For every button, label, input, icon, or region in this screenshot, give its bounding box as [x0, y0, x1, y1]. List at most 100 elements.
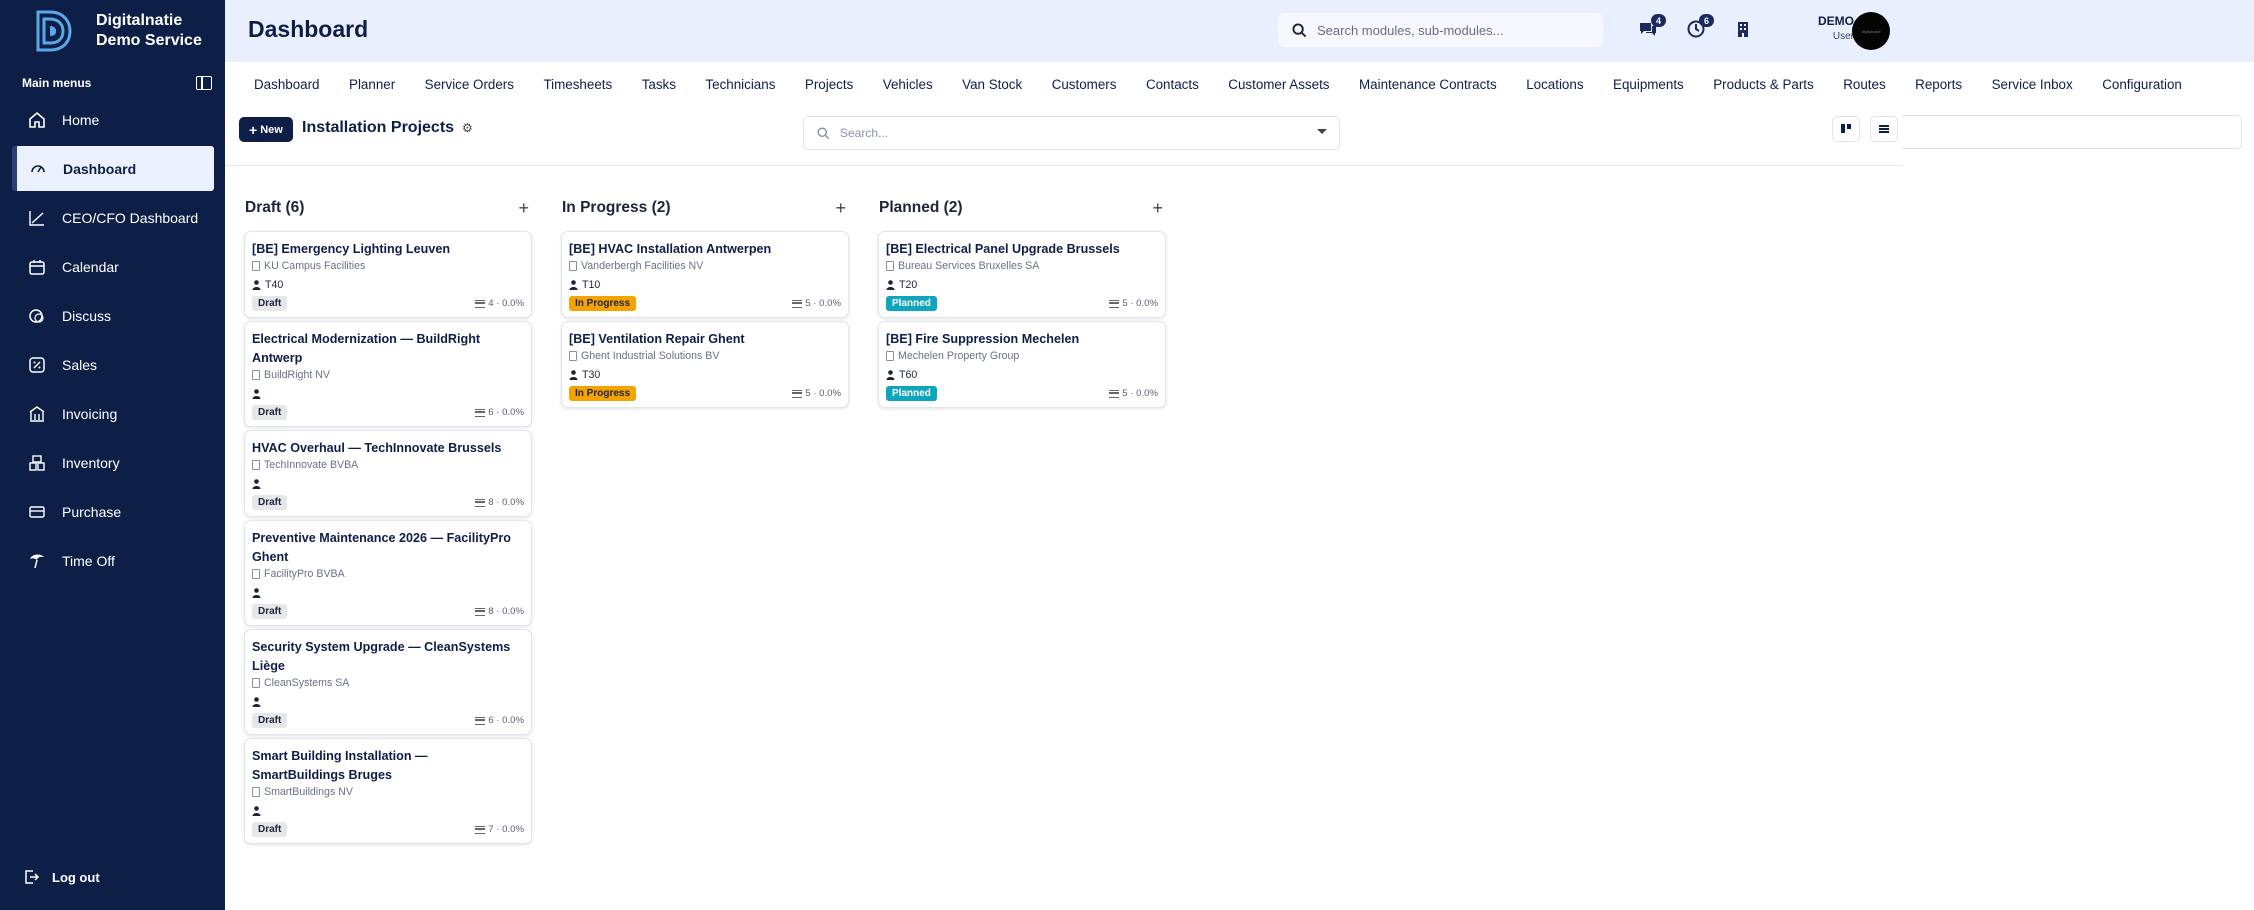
kanban-column-in-progress: In Progress (2) + [BE] HVAC Installation… — [561, 196, 849, 411]
module-tab-planner[interactable]: Planner — [349, 77, 395, 92]
sidebar-nav: Home Dashboard CEO/CFO Dashboard Calenda… — [12, 97, 214, 587]
status-badge: Planned — [886, 386, 937, 401]
global-search[interactable] — [1278, 13, 1603, 47]
logout-button[interactable]: Log out — [22, 868, 100, 886]
avatar[interactable]: digitalnatie — [1852, 12, 1890, 50]
card-progress: 6 · 0.0% — [488, 715, 524, 726]
user-icon — [252, 279, 261, 290]
module-tab-service-orders[interactable]: Service Orders — [425, 77, 514, 92]
brand-name-line1: Digitalnatie — [96, 12, 183, 29]
kanban-search-input[interactable] — [840, 126, 1280, 140]
chart-line-icon — [28, 209, 46, 227]
kanban-card[interactable]: Smart Building Installation — SmartBuild… — [244, 738, 532, 844]
kanban-card[interactable]: Electrical Modernization — BuildRight An… — [244, 321, 532, 427]
kanban-card[interactable]: [BE] HVAC Installation Antwerpen Vanderb… — [561, 231, 849, 318]
add-card-icon[interactable]: + — [1152, 199, 1163, 217]
kanban-card[interactable]: [BE] Emergency Lighting Leuven KU Campus… — [244, 231, 532, 318]
sidebar-item-discuss[interactable]: Discuss — [12, 293, 214, 338]
module-tab-timesheets[interactable]: Timesheets — [543, 77, 612, 92]
sidebar-item-inventory[interactable]: Inventory — [12, 440, 214, 485]
kanban-card[interactable]: HVAC Overhaul — TechInnovate Brussels Te… — [244, 430, 532, 517]
sidebar-item-dashboard[interactable]: Dashboard — [12, 146, 214, 191]
user-icon — [252, 805, 261, 816]
calendar-icon — [28, 258, 46, 276]
module-tab-reports[interactable]: Reports — [1915, 77, 1962, 92]
card-title: Electrical Modernization — BuildRight An… — [252, 332, 481, 365]
kanban-card[interactable]: Preventive Maintenance 2026 — FacilityPr… — [244, 520, 532, 626]
card-progress: 7 · 0.0% — [488, 824, 524, 835]
brand-logo-icon — [36, 10, 72, 52]
user-icon — [569, 369, 578, 380]
user-info[interactable]: DEMO User — [1808, 14, 1854, 42]
sidebar-item-ceo-cfo-dashboard[interactable]: CEO/CFO Dashboard — [12, 195, 214, 240]
module-tab-configuration[interactable]: Configuration — [2102, 77, 2182, 92]
task-list-icon — [475, 498, 486, 507]
sidebar-item-label: CEO/CFO Dashboard — [62, 209, 199, 226]
module-tab-customer-assets[interactable]: Customer Assets — [1228, 77, 1329, 92]
sidebar-item-time-off[interactable]: Time Off — [12, 538, 214, 583]
module-tab-service-inbox[interactable]: Service Inbox — [1992, 77, 2073, 92]
gauge-icon — [29, 160, 47, 178]
module-nav: Dashboard Planner Service Orders Timeshe… — [225, 62, 2254, 106]
gear-icon[interactable]: ⚙ — [462, 121, 473, 135]
status-badge: Draft — [252, 604, 288, 619]
module-tab-products-parts[interactable]: Products & Parts — [1713, 77, 1813, 92]
sidebar-item-calendar[interactable]: Calendar — [12, 244, 214, 289]
module-tab-projects[interactable]: Projects — [805, 77, 853, 92]
card-company: Mechelen Property Group — [898, 350, 1020, 362]
task-list-icon — [475, 716, 486, 725]
module-tab-contacts[interactable]: Contacts — [1146, 77, 1199, 92]
module-tab-technicians[interactable]: Technicians — [705, 77, 775, 92]
module-tab-dashboard[interactable]: Dashboard — [254, 77, 320, 92]
kanban-card[interactable]: Security System Upgrade — CleanSystems L… — [244, 629, 532, 735]
module-tab-equipments[interactable]: Equipments — [1613, 77, 1684, 92]
view-title: Installation Projects ⚙ — [302, 119, 473, 137]
activities-button[interactable]: 6 — [1684, 14, 1714, 40]
sidebar-item-purchase[interactable]: Purchase — [12, 489, 214, 534]
card-progress: 5 · 0.0% — [805, 298, 841, 309]
kanban-view-button[interactable] — [1832, 116, 1860, 142]
module-tab-customers[interactable]: Customers — [1052, 77, 1117, 92]
building-icon — [252, 678, 260, 688]
global-search-input[interactable] — [1317, 22, 1587, 38]
module-tab-van-stock[interactable]: Van Stock — [962, 77, 1022, 92]
module-tab-locations[interactable]: Locations — [1526, 77, 1583, 92]
user-role: User — [1832, 31, 1854, 42]
plus-icon: + — [249, 121, 258, 138]
kanban-card[interactable]: [BE] Fire Suppression Mechelen Mechelen … — [878, 321, 1166, 408]
list-icon — [1879, 125, 1889, 133]
task-list-icon — [1109, 299, 1120, 308]
kanban-card[interactable]: [BE] Ventilation Repair Ghent Ghent Indu… — [561, 321, 849, 408]
company-button[interactable] — [1731, 18, 1755, 40]
building-icon — [569, 261, 577, 271]
task-list-icon — [475, 825, 486, 834]
chevron-down-icon[interactable] — [1317, 129, 1327, 134]
user-icon — [569, 279, 578, 290]
new-button[interactable]: + New — [239, 117, 293, 142]
status-badge: Draft — [252, 405, 288, 420]
card-progress: 5 · 0.0% — [1122, 298, 1158, 309]
task-list-icon — [475, 408, 486, 417]
card-title: Smart Building Installation — SmartBuild… — [252, 749, 428, 782]
brand[interactable]: Digitalnatie Demo Service — [30, 8, 202, 54]
list-view-button[interactable] — [1870, 116, 1898, 142]
kanban-search[interactable] — [803, 116, 1340, 150]
card-title: [BE] Emergency Lighting Leuven — [252, 242, 451, 256]
module-tab-maintenance-contracts[interactable]: Maintenance Contracts — [1359, 77, 1497, 92]
add-card-icon[interactable]: + — [835, 199, 846, 217]
building-icon — [1738, 22, 1748, 37]
module-tab-tasks[interactable]: Tasks — [642, 77, 676, 92]
kanban-card[interactable]: [BE] Electrical Panel Upgrade Brussels B… — [878, 231, 1166, 318]
card-title: [BE] Ventilation Repair Ghent — [569, 332, 745, 346]
add-card-icon[interactable]: + — [518, 199, 529, 217]
module-tab-routes[interactable]: Routes — [1843, 77, 1885, 92]
sidebar-item-sales[interactable]: Sales — [12, 342, 214, 387]
sidebar-item-invoicing[interactable]: Invoicing — [12, 391, 214, 436]
messages-button[interactable]: 4 — [1636, 14, 1666, 40]
module-tab-vehicles[interactable]: Vehicles — [883, 77, 933, 92]
card-technician: T40 — [265, 278, 284, 291]
sidebar-collapse-icon[interactable] — [196, 76, 212, 90]
card-progress: 8 · 0.0% — [488, 606, 524, 617]
sidebar-item-home[interactable]: Home — [12, 97, 214, 142]
sidebar-item-label: Purchase — [62, 503, 122, 520]
